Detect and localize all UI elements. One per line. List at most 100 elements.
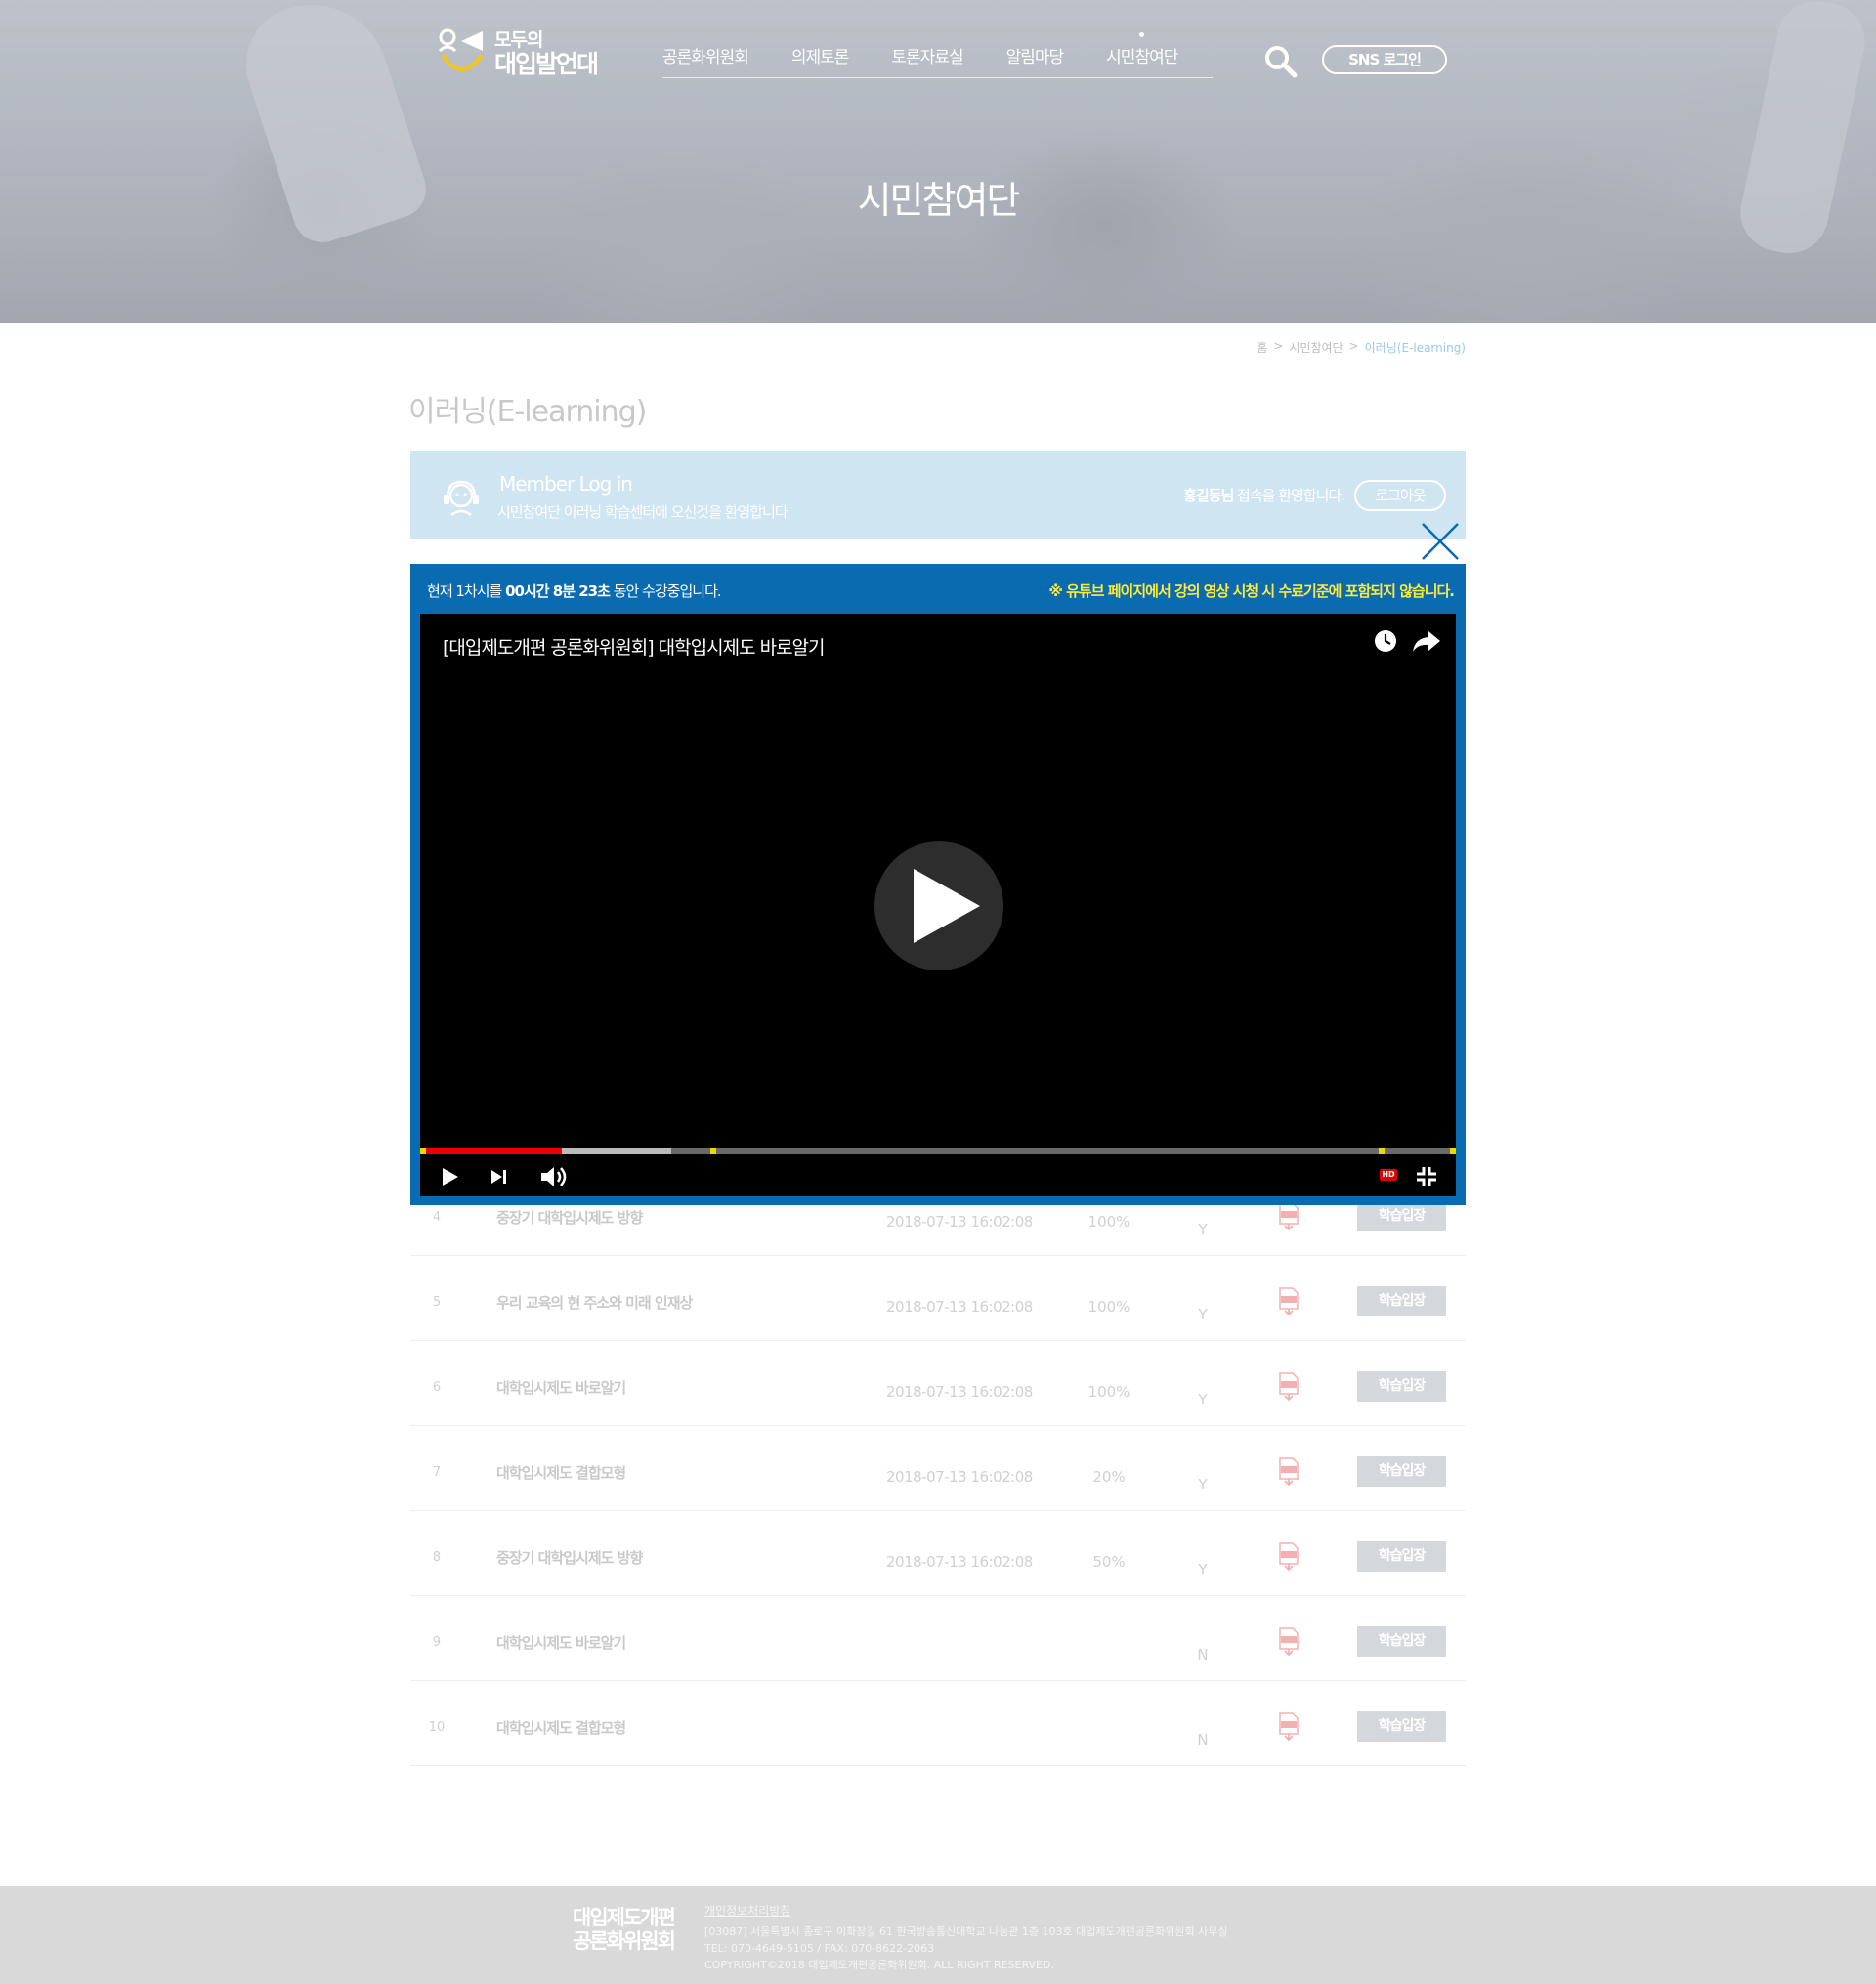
lecture-title[interactable]: 중장기 대학입시제도 방향 [496,1207,643,1228]
footer-logo-line1: 대입제도개편 [573,1906,676,1929]
exit-fullscreen-icon[interactable] [1413,1163,1440,1190]
study-time-value: 00시간 8분 23초 [505,582,611,600]
lecture-title[interactable]: 우리 교육의 현 주소와 미래 인재상 [496,1292,693,1313]
table-row: 6 대학입시제도 바로알기 2018-07-13 16:02:08 100% Y 학습입장 [410,1341,1466,1426]
enter-study-button[interactable]: 학습입장 [1357,1711,1446,1742]
lecture-title[interactable]: 대학입시제도 결합모형 [496,1462,626,1483]
privacy-policy-link[interactable]: 개인정보처리방침 [704,1902,790,1919]
close-icon[interactable] [1420,521,1461,562]
pdf-download-icon[interactable] [1278,1372,1300,1402]
progress-percent: 50% [1092,1553,1126,1571]
progress-percent: 100% [1087,1298,1130,1315]
sns-login-button[interactable]: SNS 로그인 [1322,45,1447,74]
breadcrumb-home[interactable]: 홈 [1257,339,1267,356]
nav-item-agenda[interactable]: 의제토론 [791,43,850,77]
table-row: 8 중장기 대학입시제도 방향 2018-07-13 16:02:08 50% Y 학습입… [410,1511,1466,1596]
footer-logo-line2: 공론화위원회 [573,1929,676,1953]
page-title: 이러닝(E-learning) [408,395,647,429]
study-time-prefix: 현재 1차시를 [427,582,506,600]
pdf-download-icon[interactable] [1278,1712,1300,1742]
pdf-download-icon[interactable] [1278,1457,1300,1487]
footer: 대입제도개편 공론화위원회 개인정보처리방침 [03087] 서울특별시 종로구… [0,1886,1876,1984]
progress-percent: 20% [1092,1468,1126,1486]
page: 모두의 대입발언대 공론화위원회 의제토론 토론자료실 알림마당 시민참여단 S… [0,0,1876,1984]
pdf-download-icon[interactable] [1278,1542,1300,1572]
study-date: 2018-07-13 16:02:08 [886,1298,1033,1315]
search-icon[interactable] [1262,43,1298,78]
headset-user-icon [444,480,479,517]
volume-icon[interactable] [539,1163,573,1190]
chapter-marker [420,1148,426,1154]
enter-study-button[interactable]: 학습입장 [1357,1541,1446,1572]
study-date: 2018-07-13 16:02:08 [886,1553,1033,1571]
login-bar-title: Member Log in [499,472,633,496]
completion-status: Y [1198,1561,1208,1578]
completion-status: N [1197,1646,1209,1663]
study-date: 2018-07-13 16:02:08 [886,1468,1033,1486]
nav-item-notice[interactable]: 알림마당 [1006,43,1065,77]
video-player[interactable]: [대입제도개편 공론화위원회] 대학입시제도 바로알기 HD [420,614,1456,1196]
table-row: 7 대학입시제도 결합모형 2018-07-13 16:02:08 20% Y 학습입장 [410,1426,1466,1511]
footer-logo: 대입제도개편 공론화위원회 [573,1906,690,1953]
lecture-title[interactable]: 대학입시제도 바로알기 [496,1377,626,1398]
table-row: 10 대학입시제도 결합모형 N 학습입장 [410,1681,1466,1766]
video-modal: 현재 1차시를 00시간 8분 23초 동안 수강중입니다. ※ 유튜브 페이지… [410,564,1466,1205]
completion-status: Y [1198,1391,1208,1408]
pdf-download-icon[interactable] [1278,1202,1300,1231]
row-number: 10 [428,1720,446,1735]
main-nav: 공론화위원회 의제토론 토론자료실 알림마당 시민참여단 [662,32,1213,78]
video-title[interactable]: [대입제도개편 공론화위원회] 대학입시제도 바로알기 [443,633,826,660]
enter-study-button[interactable]: 학습입장 [1357,1371,1446,1402]
completion-status: N [1197,1731,1209,1748]
lecture-title[interactable]: 중장기 대학입시제도 방향 [496,1547,643,1568]
breadcrumb-section[interactable]: 시민참여단 [1289,339,1343,356]
play-icon[interactable] [436,1163,463,1190]
site-logo[interactable]: 모두의 대입발언대 [436,23,612,82]
nav-item-citizen-panel[interactable]: 시민참여단 [1106,32,1178,77]
breadcrumb-separator: > [1273,339,1284,353]
table-row: 9 대학입시제도 바로알기 N 학습입장 [410,1596,1466,1681]
row-number: 5 [432,1295,442,1310]
completion-status: Y [1198,1476,1208,1493]
next-icon[interactable] [485,1163,512,1190]
footer-address: [03087] 서울특별시 종로구 이화장길 61 한국방송통신대학교 나눔관 … [704,1925,1228,1938]
progress-percent: 100% [1087,1213,1130,1230]
hd-badge[interactable]: HD [1380,1169,1397,1181]
lecture-title[interactable]: 대학입시제도 바로알기 [496,1632,626,1653]
chapter-marker [1450,1148,1456,1154]
progress-bar[interactable] [420,1148,1456,1154]
enter-study-button[interactable]: 학습입장 [1357,1456,1446,1487]
play-icon [914,869,980,943]
nav-item-committee[interactable]: 공론화위원회 [662,43,749,77]
share-icon[interactable] [1412,629,1441,653]
completion-status: Y [1198,1306,1208,1323]
row-number: 8 [432,1550,442,1565]
enter-study-button[interactable]: 학습입장 [1357,1626,1446,1657]
youtube-notice: ※ 유튜브 페이지에서 강의 영상 시청 시 수료기준에 포함되지 않습니다. [1048,582,1455,600]
logout-button[interactable]: 로그아웃 [1354,480,1446,511]
welcome-message: 홍길동님 접속을 환영합니다. [1183,485,1345,505]
row-number: 6 [432,1380,442,1395]
pdf-download-icon[interactable] [1278,1287,1300,1316]
hero-title: 시민참여단 [857,179,1021,222]
footer-address-block: [03087] 서울특별시 종로구 이화장길 61 한국방송통신대학교 나눔관 … [704,1923,1227,1973]
study-date: 2018-07-13 16:02:08 [886,1213,1033,1230]
play-button[interactable] [874,841,1003,970]
nav-item-resources[interactable]: 토론자료실 [891,43,963,77]
completion-status: Y [1198,1221,1208,1238]
watch-later-icon[interactable] [1374,629,1397,653]
chapter-marker [1379,1148,1385,1154]
breadcrumb-separator: > [1348,339,1359,353]
enter-study-button[interactable]: 학습입장 [1357,1201,1446,1231]
footer-contact: TEL: 070-4649-5105 / FAX: 070-8622-2063 [704,1942,935,1955]
table-row: 5 우리 교육의 현 주소와 미래 인재상 2018-07-13 16:02:08 1… [410,1256,1466,1341]
lecture-title[interactable]: 대학입시제도 결합모형 [496,1717,626,1738]
hero-banner: 모두의 대입발언대 공론화위원회 의제토론 토론자료실 알림마당 시민참여단 S… [0,0,1876,323]
row-number: 4 [432,1210,442,1225]
breadcrumb-current: 이러닝(E-learning) [1364,341,1466,355]
enter-study-button[interactable]: 학습입장 [1357,1286,1446,1316]
welcome-text: 접속을 환영합니다. [1233,487,1345,504]
progress-percent: 100% [1087,1383,1130,1401]
pdf-download-icon[interactable] [1278,1627,1300,1657]
study-date: 2018-07-13 16:02:08 [886,1383,1033,1401]
